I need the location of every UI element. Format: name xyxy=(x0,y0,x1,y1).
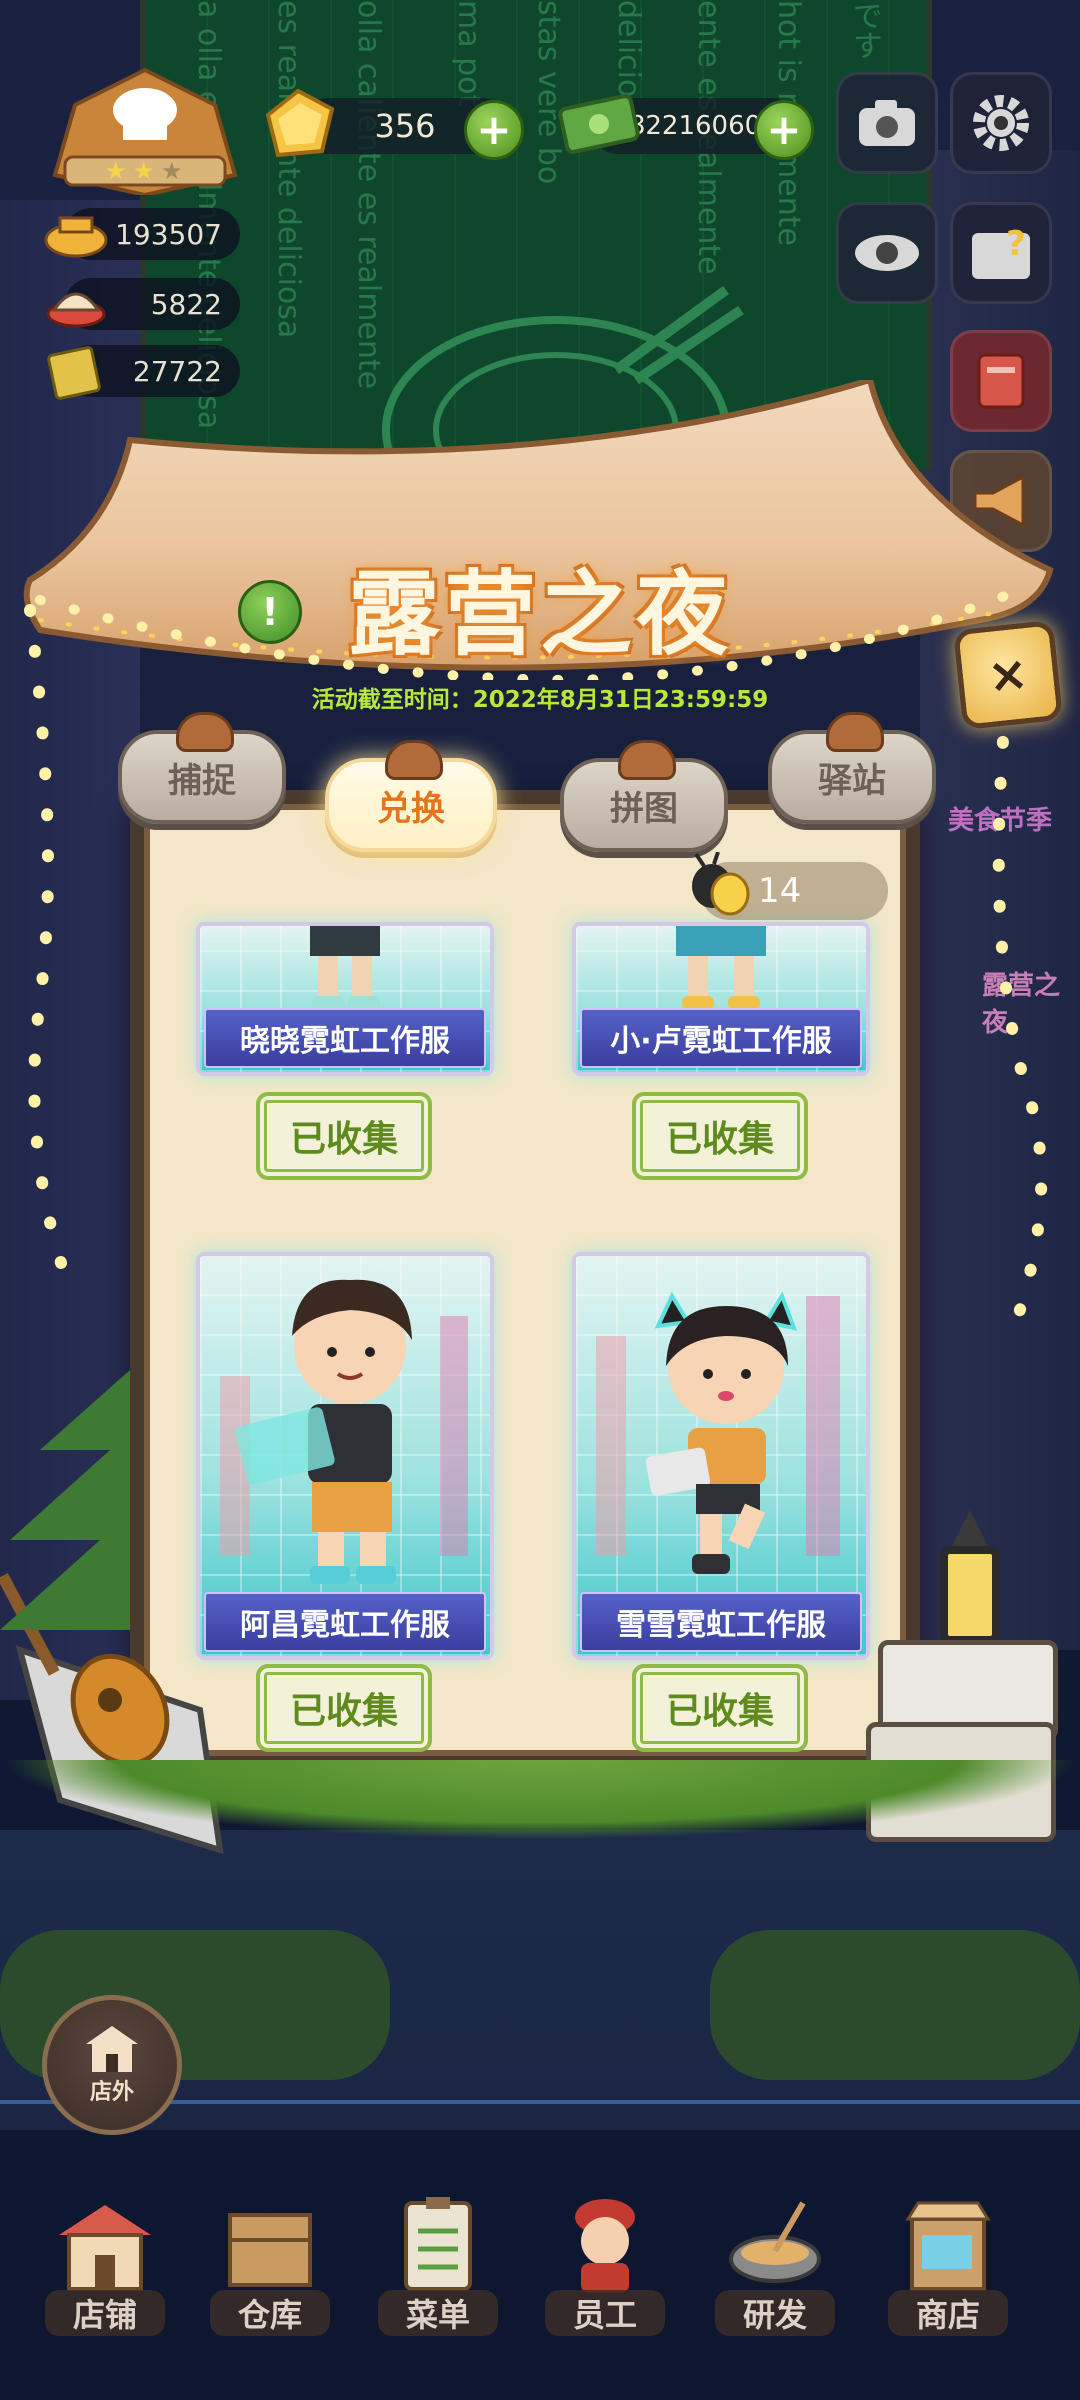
alert-info-icon[interactable]: ! xyxy=(238,580,302,644)
tab-puzzle[interactable]: 拼图 xyxy=(560,740,728,852)
staff-icon xyxy=(575,2199,635,2293)
store-icon xyxy=(905,2201,991,2291)
character-legs-art xyxy=(310,926,380,1010)
nav-store[interactable]: 商店 xyxy=(888,2195,1008,2345)
nav-shop[interactable]: 店铺 xyxy=(45,2195,165,2345)
resource-value: 5822 xyxy=(150,287,222,321)
outfit-card[interactable]: 阿昌霓虹工作服 xyxy=(196,1252,494,1660)
tab-capture[interactable]: 捕捉 xyxy=(118,712,286,824)
character-legs-art xyxy=(676,926,766,1010)
nav-label: 研发 xyxy=(715,2290,835,2336)
nav-staff[interactable]: 员工 xyxy=(545,2195,665,2345)
event-deadline: 活动截至时间：2022年8月31日23:59:59 xyxy=(270,680,810,714)
tab-knob xyxy=(618,740,676,780)
research-icon xyxy=(729,2201,821,2283)
firefly-icon xyxy=(692,852,750,916)
svg-text:★: ★ xyxy=(133,157,155,185)
eye-icon xyxy=(855,235,919,271)
string-lights-right xyxy=(992,654,1048,1346)
chef-hat-icon: ★ ★ ★ xyxy=(52,67,238,198)
character-xuexue-art xyxy=(596,1291,840,1574)
gem-count: 356 xyxy=(374,107,436,145)
gear-icon xyxy=(973,95,1029,151)
help-button[interactable]: ? xyxy=(950,202,1052,304)
close-button[interactable]: × xyxy=(953,620,1063,730)
event-deadline-label: 活动截至时间： xyxy=(311,687,473,713)
collected-button[interactable]: 已收集 xyxy=(256,1664,432,1752)
cash-count: 82216060 xyxy=(628,111,762,141)
board-text: ma pot xyxy=(451,0,486,107)
nav-label: 商店 xyxy=(888,2290,1008,2336)
help-book-icon: ? xyxy=(972,224,1030,279)
tab-label: 拼图 xyxy=(610,788,678,829)
tab-exchange[interactable]: 兑换 xyxy=(325,740,497,852)
event-title: 露营之夜 xyxy=(347,561,732,668)
shop-icon xyxy=(86,2026,138,2072)
cash-icon xyxy=(558,94,640,154)
tab-label: 驿站 xyxy=(818,760,886,801)
add-gems-button[interactable]: + xyxy=(464,100,524,160)
camera-button[interactable] xyxy=(836,72,938,174)
outside-button[interactable]: 店外 xyxy=(42,1995,182,2135)
tab-label: 捕捉 xyxy=(168,760,236,801)
character-achang-art xyxy=(220,1279,468,1584)
grass-base xyxy=(0,1760,1080,1840)
card-name: 小·卢霓虹工作服 xyxy=(580,1008,862,1068)
tab-knob xyxy=(385,740,443,780)
nav-label: 店铺 xyxy=(45,2290,165,2336)
outfit-card[interactable]: 小·卢霓虹工作服 xyxy=(572,922,870,1076)
nav-label: 菜单 xyxy=(378,2290,498,2336)
gem-icon xyxy=(265,88,335,158)
card-name: 晓晓霓虹工作服 xyxy=(204,1008,486,1068)
settings-button[interactable] xyxy=(950,72,1052,174)
outfit-card[interactable]: 雪雪霓虹工作服 xyxy=(572,1252,870,1660)
collected-button[interactable]: 已收集 xyxy=(632,1664,808,1752)
collected-button[interactable]: 已收集 xyxy=(256,1092,432,1180)
nav-label: 员工 xyxy=(545,2290,665,2336)
board-text: es realmente deliciosa xyxy=(271,0,306,339)
add-cash-button[interactable]: + xyxy=(754,100,814,160)
nav-research[interactable]: 研发 xyxy=(715,2195,835,2345)
resource-counter-1: 193507 xyxy=(44,208,240,260)
resource-counter-2: 5822 xyxy=(46,278,240,330)
shop-icon xyxy=(59,2205,151,2291)
card-name: 阿昌霓虹工作服 xyxy=(204,1592,486,1652)
resource-value: 193507 xyxy=(115,217,222,251)
tab-knob xyxy=(176,712,234,752)
nav-warehouse[interactable]: 仓库 xyxy=(210,2195,330,2345)
view-button[interactable] xyxy=(836,202,938,304)
exchange-panel: 晓晓霓虹工作服 小·卢霓虹工作服 已收集 已收集 阿昌霓虹工作服 雪雪霓虹工作服… xyxy=(130,790,920,1770)
nav-menu[interactable]: 菜单 xyxy=(378,2195,498,2345)
tab-knob xyxy=(826,712,884,752)
menu-icon xyxy=(404,2197,472,2291)
tab-station[interactable]: 驿站 xyxy=(768,712,936,824)
dish-icon xyxy=(46,292,106,328)
board-text: です xyxy=(847,0,882,60)
pine-tree-decoration xyxy=(0,1370,130,1630)
card-name: 雪雪霓虹工作服 xyxy=(580,1592,862,1652)
outside-label: 店外 xyxy=(89,2080,134,2105)
collected-button[interactable]: 已收集 xyxy=(632,1092,808,1180)
nav-label: 仓库 xyxy=(210,2290,330,2336)
chef-rank-badge[interactable]: ★ ★ ★ xyxy=(45,65,245,198)
svg-text:★: ★ xyxy=(161,157,183,185)
pot-icon xyxy=(44,216,108,258)
camera-icon xyxy=(859,100,915,146)
firefly-count: 14 xyxy=(758,871,802,911)
warehouse-icon xyxy=(228,2213,312,2287)
svg-text:?: ? xyxy=(1006,224,1026,264)
bush-right xyxy=(710,1930,1080,2080)
outfit-card[interactable]: 晓晓霓虹工作服 xyxy=(196,922,494,1076)
string-lights-left xyxy=(24,604,76,1296)
svg-text:★: ★ xyxy=(105,157,127,185)
tab-label: 兑换 xyxy=(377,788,445,829)
event-deadline-value: 2022年8月31日23:59:59 xyxy=(472,687,769,713)
